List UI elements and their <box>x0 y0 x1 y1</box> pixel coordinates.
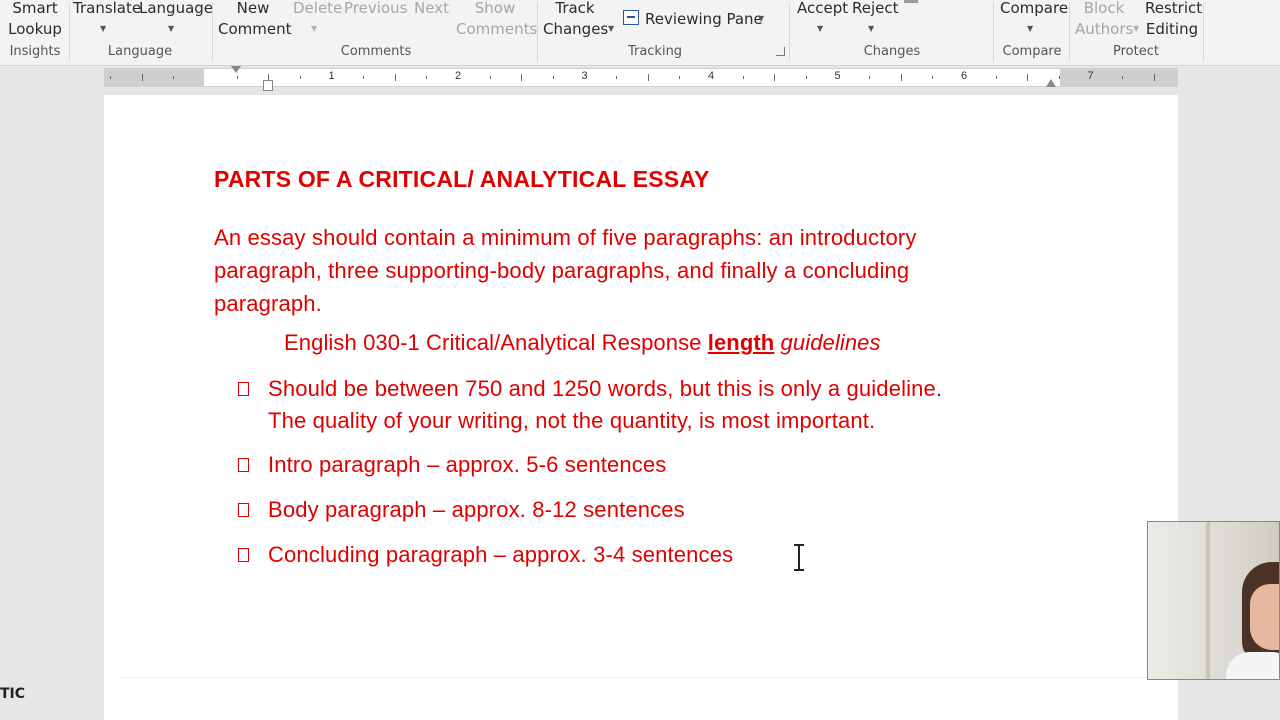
ruler-tick <box>647 74 649 81</box>
reviewing-pane-icon <box>623 10 639 25</box>
ruler-tick <box>995 76 997 79</box>
ruler-tick <box>236 76 238 79</box>
ruler-tick <box>489 76 491 79</box>
ruler-tick <box>173 76 175 79</box>
ruler-tick <box>552 76 554 79</box>
bullet-box-icon <box>238 548 249 562</box>
ruler-number: 4 <box>707 70 715 82</box>
subtitle-text: English 030-1 Critical/Analytical Respon… <box>284 330 708 355</box>
track-changes-dropdown-icon[interactable]: ▼ <box>608 24 614 33</box>
ruler-number: 3 <box>581 70 588 82</box>
next-comment-button[interactable]: Next <box>414 0 449 19</box>
webcam-overlay <box>1147 521 1280 680</box>
ribbon-review-tab: Smart Lookup Insights Translate ▼ Langua… <box>0 0 1280 66</box>
reject-button[interactable]: Reject <box>852 0 899 19</box>
ruler-tick <box>1058 76 1060 79</box>
ruler-tick <box>141 74 143 81</box>
bullet-box-icon <box>238 382 249 396</box>
ruler-tick <box>869 76 871 79</box>
group-separator <box>1203 2 1204 62</box>
previous-comment-button[interactable]: Previous <box>344 0 407 19</box>
intro-paragraph: An essay should contain a minimum of fiv… <box>214 225 917 316</box>
language-group-label: Language <box>107 44 173 59</box>
accept-button[interactable]: Accept <box>797 0 848 19</box>
reviewing-pane-dropdown-icon[interactable]: ▼ <box>758 14 764 23</box>
overlay-corner-text: TIC <box>0 686 26 702</box>
tracking-group-label: Tracking <box>627 44 683 59</box>
subtitle-length-word: length <box>707 330 775 355</box>
compare-group-label: Compare <box>1002 44 1062 59</box>
group-separator <box>212 2 213 62</box>
ruler-tick <box>616 76 618 79</box>
ruler-tick <box>805 76 807 79</box>
block-authors-dropdown-icon[interactable]: ▼ <box>1133 24 1139 33</box>
bullet-1-line-2: The quality of your writing, not the qua… <box>268 408 876 433</box>
ruler-tick <box>426 76 428 79</box>
ruler-tick <box>299 76 301 79</box>
ruler-tick <box>1153 74 1155 81</box>
bullet-box-icon <box>238 458 249 472</box>
bullet-4: Concluding paragraph – approx. 3-4 sente… <box>268 542 734 567</box>
ruler-number: 5 <box>834 70 841 82</box>
translate-dropdown-icon[interactable]: ▼ <box>100 24 106 33</box>
ruler-number: 6 <box>960 70 968 82</box>
language-button[interactable]: Language <box>139 0 213 19</box>
ruler-tick <box>774 74 776 81</box>
group-separator <box>537 2 538 62</box>
new-comment-button[interactable]: New Comment <box>218 0 292 40</box>
delete-comment-button[interactable]: Delete <box>293 0 342 19</box>
bullet-2: Intro paragraph – approx. 5-6 sentences <box>268 452 667 477</box>
ruler-tick <box>1122 76 1124 79</box>
delete-dropdown-icon[interactable]: ▼ <box>311 24 317 33</box>
translate-button[interactable]: Translate <box>73 0 141 19</box>
restrict-editing-button[interactable]: Restrict Editing <box>1145 0 1202 40</box>
block-authors-button[interactable]: Block Authors <box>1075 0 1133 40</box>
guidelines-subtitle: English 030-1 Critical/Analytical Respon… <box>284 330 881 356</box>
page-divider <box>120 677 1170 678</box>
i-beam-cursor-icon <box>793 543 805 573</box>
tracking-options-launcher-icon[interactable] <box>776 47 785 56</box>
ruler-tick <box>742 76 744 79</box>
ruler-tick <box>110 76 112 79</box>
left-indent-marker[interactable] <box>263 80 273 91</box>
ruler-number: 1 <box>328 70 335 82</box>
reviewing-pane-button[interactable]: Reviewing Pane <box>645 9 763 30</box>
right-indent-marker[interactable] <box>1046 79 1056 87</box>
bullet-box-icon <box>238 503 249 517</box>
ruler-tick <box>521 74 523 81</box>
compare-dropdown-icon[interactable]: ▼ <box>1027 24 1033 33</box>
ruler-tick <box>363 76 365 79</box>
ruler-number: 7 <box>1087 70 1094 82</box>
protect-group-label: Protect <box>1113 44 1159 59</box>
ruler-tick <box>679 76 681 79</box>
accept-dropdown-icon[interactable]: ▼ <box>817 24 823 33</box>
ruler-tick <box>1027 74 1029 81</box>
bullet-3: Body paragraph – approx. 8-12 sentences <box>268 497 685 522</box>
first-line-indent-marker[interactable] <box>231 66 241 73</box>
subtitle-guidelines-word: guidelines <box>780 330 881 355</box>
reject-dropdown-icon[interactable]: ▼ <box>868 24 874 33</box>
document-page[interactable]: PARTS OF A CRITICAL/ ANALYTICAL ESSAY An… <box>104 95 1178 720</box>
ruler-number: 2 <box>454 70 462 82</box>
changes-group-label: Changes <box>863 44 921 59</box>
comments-group-label: Comments <box>340 44 412 59</box>
track-changes-button[interactable]: Track Changes <box>543 0 608 40</box>
ruler-tick <box>394 74 396 81</box>
group-separator <box>789 2 790 62</box>
ruler-tick <box>932 76 934 79</box>
bullet-1-line-1: Should be between 750 and 1250 words, bu… <box>268 376 943 401</box>
previous-change-icon[interactable] <box>904 0 918 3</box>
language-dropdown-icon[interactable]: ▼ <box>168 24 174 33</box>
ruler-tick <box>900 74 902 81</box>
smart-lookup-button[interactable]: Smart Lookup <box>8 0 62 40</box>
compare-button[interactable]: Compare <box>1000 0 1068 19</box>
document-heading: PARTS OF A CRITICAL/ ANALYTICAL ESSAY <box>214 166 710 192</box>
insights-group-label: Insights <box>9 44 61 59</box>
show-comments-button[interactable]: Show Comments <box>456 0 537 40</box>
